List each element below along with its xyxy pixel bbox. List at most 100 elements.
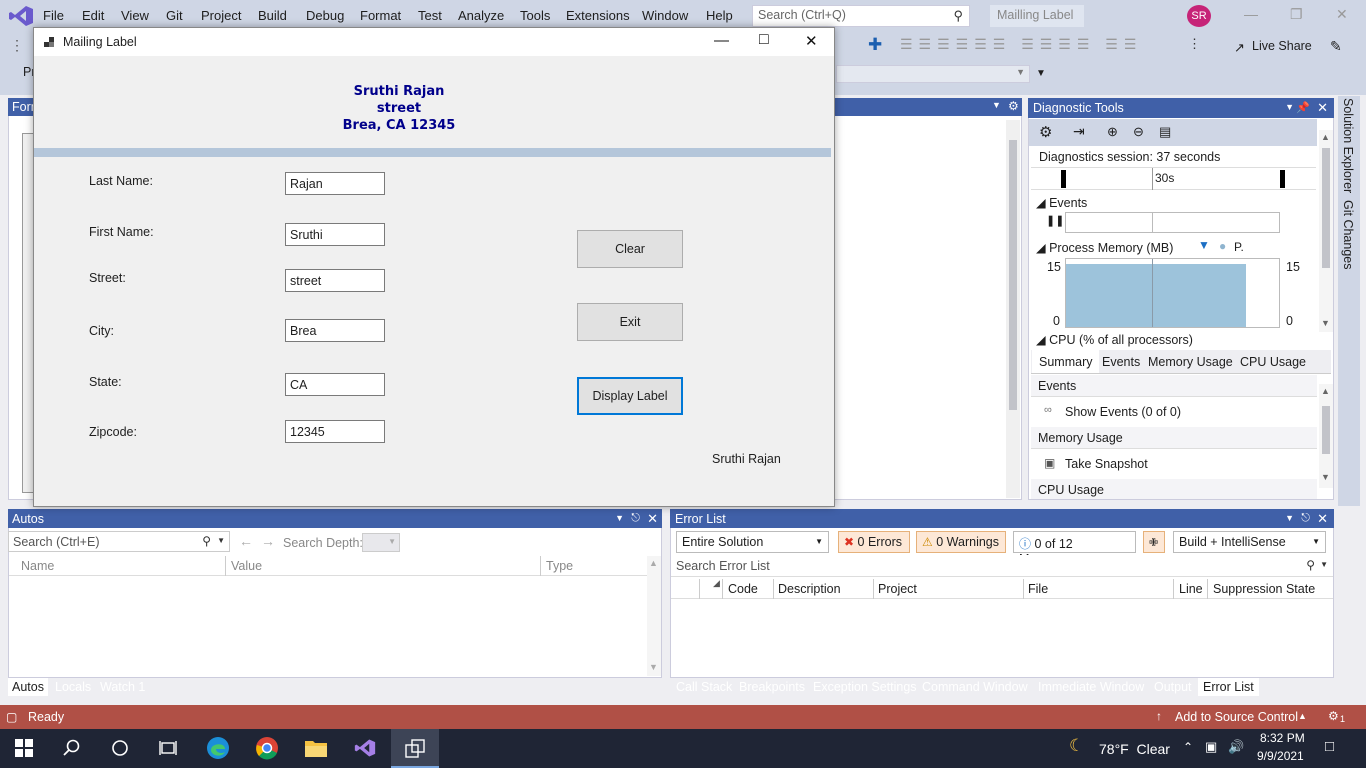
diag-bottom-scrollbar[interactable]: ▲ ▼ (1319, 384, 1333, 488)
scroll-thumb[interactable] (1009, 140, 1017, 410)
search-depth-select[interactable]: ▼ (362, 533, 400, 552)
align-icon[interactable]: ✚ (868, 35, 882, 55)
live-share-button[interactable]: Live Share (1252, 39, 1312, 53)
vs-search-input[interactable]: Search (Ctrl+Q) ⚲ (752, 5, 970, 27)
city-input[interactable]: Brea (285, 319, 385, 342)
chevron-down-icon[interactable]: ▼ (1320, 560, 1328, 569)
cpu-header[interactable]: ◢ CPU (% of all processors) (1036, 332, 1193, 347)
form-maximize-icon[interactable]: □ (759, 31, 769, 49)
tab-exception-settings[interactable]: Exception Settings (813, 680, 917, 694)
chevron-down-icon[interactable]: ▼ (217, 536, 225, 545)
first-name-input[interactable]: Sruthi (285, 223, 385, 246)
tab-immediate-window[interactable]: Immediate Window (1038, 680, 1144, 694)
close-icon[interactable]: ✕ (1317, 511, 1328, 527)
chevron-down-icon[interactable]: ▼ (1285, 102, 1294, 112)
tab-git-changes[interactable]: Git Changes (1341, 200, 1355, 269)
chevron-down-icon[interactable]: ▼ (992, 100, 1001, 110)
pause-icon[interactable]: ❚❚ (1046, 214, 1064, 227)
error-col-description[interactable]: Description (778, 582, 841, 596)
autos-scrollbar[interactable]: ▲ ▼ (647, 556, 661, 676)
pin-icon[interactable]: 📌 (1296, 101, 1310, 114)
menu-project[interactable]: Project (201, 8, 241, 23)
form-minimize-icon[interactable]: — (714, 32, 729, 49)
feedback-icon[interactable]: ✎ (1330, 38, 1342, 55)
street-input[interactable]: street (285, 269, 385, 292)
tab-breakpoints[interactable]: Breakpoints (739, 680, 805, 694)
chart-icon[interactable]: ▤ (1159, 124, 1171, 140)
menu-format[interactable]: Format (360, 8, 401, 23)
zoom-out-icon[interactable]: ⊖ (1133, 124, 1144, 140)
autos-col-type[interactable]: Type (546, 559, 573, 573)
windows-start-icon[interactable] (9, 734, 39, 762)
weather-text[interactable]: 78°F Clear (1099, 741, 1170, 757)
scroll-down-icon[interactable]: ▼ (1321, 472, 1330, 482)
minimize-icon[interactable]: — (1244, 6, 1258, 22)
cortana-icon[interactable] (105, 734, 135, 762)
toolbar-overflow-icon[interactable]: ⋮ (1188, 36, 1201, 52)
menu-tools[interactable]: Tools (520, 8, 550, 23)
state-input[interactable]: CA (285, 373, 385, 396)
error-col-code[interactable]: Code (728, 582, 758, 596)
tray-chevron-up-icon[interactable]: ⌃ (1183, 740, 1193, 754)
chevron-down-icon[interactable]: ▼ (615, 513, 624, 523)
error-col-line[interactable]: Line (1179, 582, 1203, 596)
timeline-end-marker[interactable] (1280, 170, 1285, 188)
chevron-down-icon[interactable]: ▼ (1285, 513, 1294, 523)
tab-command-window[interactable]: Command Window (922, 680, 1028, 694)
error-col-suppression[interactable]: Suppression State (1213, 582, 1315, 596)
scroll-up-icon[interactable]: ▲ (649, 558, 658, 568)
close-icon[interactable]: ✕ (1317, 100, 1328, 116)
scroll-thumb[interactable] (1322, 148, 1330, 268)
running-app-taskbar[interactable] (391, 729, 439, 768)
tab-summary[interactable]: Summary (1032, 350, 1100, 373)
show-events-link[interactable]: Show Events (0 of 0) (1065, 405, 1181, 419)
notifications-icon[interactable]: □ (1325, 738, 1334, 755)
task-view-icon[interactable] (153, 734, 183, 762)
autos-search-input[interactable]: Search (Ctrl+E) ⚲ ▼ (8, 531, 230, 552)
warnings-filter-button[interactable]: ⚠ 0 Warnings (916, 531, 1006, 553)
errors-filter-button[interactable]: ✖ 0 Errors (838, 531, 910, 553)
menu-file[interactable]: File (43, 8, 64, 23)
filter-toggle[interactable]: ✙ (1143, 531, 1165, 553)
visual-studio-taskbar-icon[interactable] (350, 734, 380, 762)
notification-icon[interactable]: ⚙ (1328, 709, 1339, 723)
messages-filter-button[interactable]: ⓘ 0 of 12 Messages (1013, 531, 1136, 566)
scroll-down-icon[interactable]: ▼ (1321, 318, 1330, 328)
edge-icon[interactable] (203, 734, 233, 762)
autos-col-name[interactable]: Name (21, 559, 54, 573)
clock-date[interactable]: 9/9/2021 (1257, 749, 1304, 763)
autos-col-value[interactable]: Value (231, 559, 262, 573)
export-icon[interactable]: ⇥ (1073, 123, 1085, 140)
exit-button[interactable]: Exit (577, 303, 683, 341)
display-label-button[interactable]: Display Label (577, 377, 683, 415)
solution-dropdown[interactable]: ▼ (836, 65, 1030, 83)
zipcode-input[interactable]: 12345 (285, 420, 385, 443)
add-to-source-control[interactable]: Add to Source Control (1175, 710, 1298, 724)
tab-watch-1[interactable]: Watch 1 (100, 680, 145, 694)
menu-help[interactable]: Help (706, 8, 733, 23)
diag-top-scrollbar[interactable]: ▲ ▼ (1319, 130, 1333, 332)
chrome-icon[interactable] (252, 734, 282, 762)
menu-window[interactable]: Window (642, 8, 688, 23)
scroll-down-icon[interactable]: ▼ (649, 662, 658, 672)
search-icon[interactable] (57, 734, 87, 762)
file-explorer-icon[interactable] (301, 734, 331, 762)
build-source-select[interactable]: Build + IntelliSense ▼ (1173, 531, 1326, 553)
menu-view[interactable]: View (121, 8, 149, 23)
menu-analyze[interactable]: Analyze (458, 8, 504, 23)
timeline-start-marker[interactable] (1061, 170, 1066, 188)
events-header[interactable]: ◢ Events (1036, 195, 1087, 210)
last-name-input[interactable]: Rajan (285, 172, 385, 195)
back-arrow-icon[interactable]: ← (239, 533, 253, 549)
tab-call-stack[interactable]: Call Stack (676, 680, 732, 694)
error-col-project[interactable]: Project (878, 582, 917, 596)
tab-autos[interactable]: Autos (8, 678, 48, 696)
restore-icon[interactable]: ❐ (1290, 6, 1303, 23)
gear-icon[interactable]: ⚙ (1008, 99, 1019, 113)
take-snapshot-link[interactable]: Take Snapshot (1065, 457, 1148, 471)
layout-icons[interactable]: ☰☰☰☰☰☰ ☰☰☰☰ ☰☰ (900, 36, 1142, 53)
error-col-file[interactable]: File (1028, 582, 1048, 596)
tab-error-list[interactable]: Error List (1198, 678, 1259, 696)
weather-moon-icon[interactable]: ☾ (1069, 736, 1084, 756)
scroll-up-icon[interactable]: ▲ (1321, 132, 1330, 142)
